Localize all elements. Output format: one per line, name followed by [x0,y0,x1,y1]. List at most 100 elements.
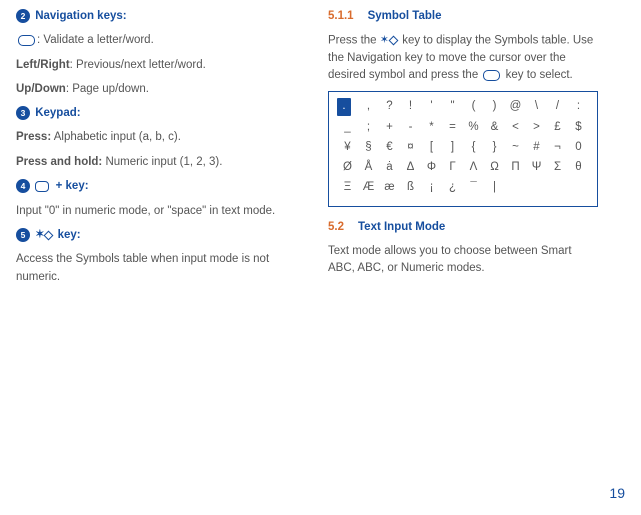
zero-key-body: Input "0" in numeric mode, or "space" in… [16,203,286,220]
symbol-cell: ) [484,98,505,115]
symbol-cell: / [547,98,568,115]
ok-key-icon-2 [483,70,500,81]
symbol-table: .,?!'"()@\/: _;+-*=%&<>£$ ¥§€¤[]{}~#¬0 Ø… [328,91,598,206]
symbol-cell: Δ [400,159,421,176]
symbol-cell: ? [379,98,400,115]
symbol-cell: * [421,119,442,136]
symbol-cell: Φ [421,159,442,176]
symbol-cell: Ψ [526,159,547,176]
left-right-text: : Previous/next letter/word. [70,59,206,71]
table-row: ØÅȧΔΦΓΛΩΠΨΣθ [337,159,589,176]
symbol-cell: ¥ [337,139,358,156]
symbol-cell: & [484,119,505,136]
manual-page: 2 Navigation keys: : Validate a letter/w… [0,0,641,301]
symbol-cell: 0 [568,139,589,156]
section-title: Symbol Table [368,10,442,22]
symbol-cell: - [400,119,421,136]
symbol-cell: \ [526,98,547,115]
item-star-key: 5 ✶ key: [16,227,286,245]
symbol-cell: = [442,119,463,136]
symbol-cell: } [484,139,505,156]
table-row: ΞÆæß¡¿¯| [337,179,589,196]
text-input-para: Text mode allows you to choose between S… [328,243,598,278]
zero-key-group: + key: [35,180,88,192]
sym-text-a: Press the [328,35,380,47]
symbol-cell: Π [505,159,526,176]
symbol-cell: Σ [547,159,568,176]
item-keypad: 3 Keypad: [16,105,286,122]
symbol-cell: { [463,139,484,156]
symbol-cell: Ω [484,159,505,176]
symbol-cell: , [358,98,379,115]
item-nav-keys: 2 Navigation keys: [16,8,286,25]
symbol-cell: % [463,119,484,136]
up-down-text: : Page up/down. [66,83,149,95]
star-key-body: Access the Symbols table when input mode… [16,251,286,286]
symbol-cell: Γ [442,159,463,176]
left-column: 2 Navigation keys: : Validate a letter/w… [16,8,286,293]
symbol-cell: : [568,98,589,115]
page-number: 19 [609,485,625,501]
validate-line: : Validate a letter/word. [16,32,286,49]
table-row: .,?!'"()@\/: [337,98,589,115]
symbol-cell: ¤ [400,139,421,156]
symbol-cell: + [379,119,400,136]
press-hold-label: Press and hold: [16,156,102,168]
symbol-cell: æ [379,179,400,196]
symbol-cell: $ [568,119,589,136]
table-row: ¥§€¤[]{}~#¬0 [337,139,589,156]
ok-key-icon [18,35,35,46]
marker-5-icon: 5 [16,228,30,242]
symbol-cell: ( [463,98,484,115]
marker-4-icon: 4 [16,179,30,193]
sym-text-c: key to select. [502,69,572,81]
item-zero-key: 4 + key: [16,178,286,196]
table-row: _;+-*=%&<>£$ [337,119,589,136]
marker-3-icon: 3 [16,106,30,120]
symbol-cell: _ [337,119,358,136]
marker-2-icon: 2 [16,9,30,23]
diamond-icon-2 [389,36,399,46]
symbol-cell: ' [421,98,442,115]
symbol-cell: ; [358,119,379,136]
symbol-cell: ! [400,98,421,115]
symbol-cell: Λ [463,159,484,176]
symbol-cell: @ [505,98,526,115]
symbol-cell: ȧ [379,159,400,176]
zero-key-icon [35,181,49,192]
symbol-cell: > [526,119,547,136]
press-hold-line: Press and hold: Numeric input (1, 2, 3). [16,154,286,171]
symbol-cell: < [505,119,526,136]
press-label: Press: [16,131,51,143]
symbol-cell: Ø [337,159,358,176]
symbol-cell: ß [400,179,421,196]
press-line: Press: Alphabetic input (a, b, c). [16,129,286,146]
symbol-cell: ~ [505,139,526,156]
section-number: 5.2 [328,221,344,233]
plus-icon: + [52,178,62,195]
symbol-cell: £ [547,119,568,136]
symbol-cell: ¡ [421,179,442,196]
left-right-label: Left/Right [16,59,70,71]
right-column: 5.1.1Symbol Table Press the ✶ key to dis… [328,8,598,293]
zero-key-label: key: [66,180,89,192]
up-down-label: Up/Down [16,83,66,95]
symbol-cell: ] [442,139,463,156]
symbol-cell: " [442,98,463,115]
symbol-cell: # [526,139,547,156]
symbol-cell: ¬ [547,139,568,156]
symbol-cell: | [484,179,505,196]
symbol-cell: Æ [358,179,379,196]
press-text: Alphabetic input (a, b, c). [51,131,181,143]
keypad-heading: Keypad: [35,107,80,119]
symbol-table-para: Press the ✶ key to display the Symbols t… [328,32,598,84]
section-5-1-1: 5.1.1Symbol Table [328,8,598,25]
symbol-cell: € [379,139,400,156]
section-title: Text Input Mode [358,221,445,233]
symbol-cell: § [358,139,379,156]
symbol-cell: ¯ [463,179,484,196]
nav-keys-heading: Navigation keys: [35,10,126,22]
symbol-cell: θ [568,159,589,176]
symbol-cell: . [337,98,351,115]
star-key-label: key: [58,229,81,241]
